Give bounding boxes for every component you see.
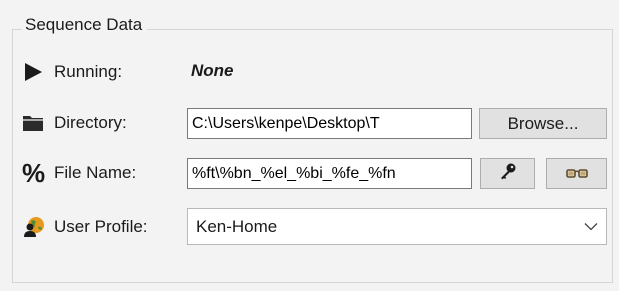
group-title: Sequence Data (22, 15, 148, 35)
user-profile-icon (22, 212, 54, 242)
directory-row: Directory: (22, 105, 127, 141)
browse-button[interactable]: Browse... (479, 108, 607, 139)
running-label: Running: (54, 62, 123, 81)
user-profile-selected: Ken-Home (196, 216, 278, 236)
running-row: Running: (22, 54, 122, 90)
user-profile-row: User Profile: (22, 209, 148, 245)
directory-field[interactable] (187, 108, 472, 139)
glasses-button[interactable] (546, 158, 607, 189)
user-profile-select[interactable]: Ken-Home (187, 208, 607, 245)
key-button[interactable] (480, 158, 535, 189)
browse-button-label: Browse... (507, 113, 579, 133)
chevron-down-icon[interactable] (576, 209, 606, 244)
running-value: None (191, 61, 234, 80)
play-icon (22, 57, 54, 87)
glasses-icon (565, 164, 588, 184)
percent-icon: % (22, 158, 46, 188)
key-icon (499, 162, 517, 185)
file-name-label: File Name: (54, 163, 137, 182)
user-profile-label: User Profile: (54, 217, 148, 236)
directory-label: Directory: (54, 113, 127, 132)
file-name-row: % File Name: (22, 155, 136, 191)
folder-icon (22, 108, 54, 138)
file-name-field[interactable] (187, 158, 472, 189)
